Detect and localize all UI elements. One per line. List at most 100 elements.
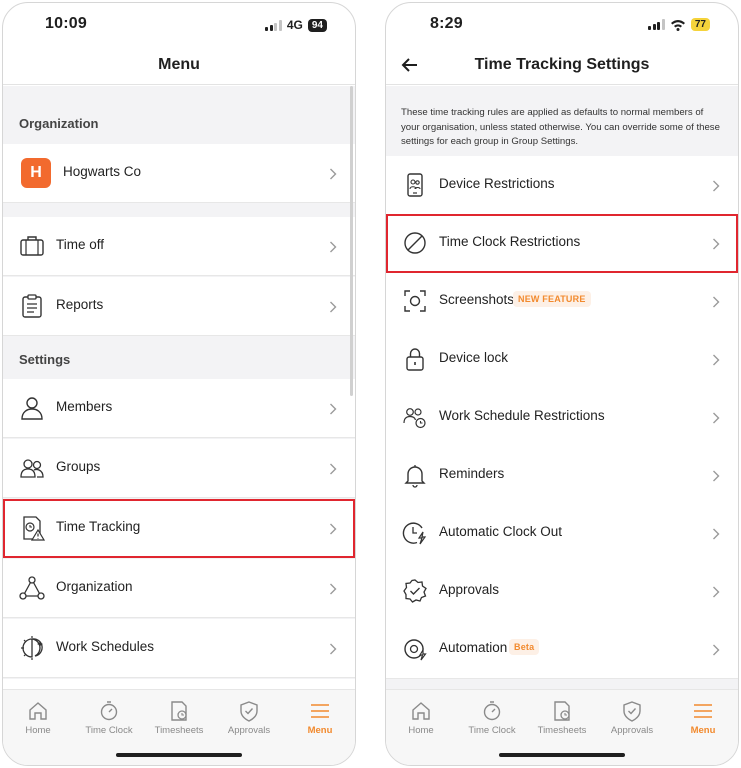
chevron-right-icon: [713, 644, 720, 656]
time-tracking-label: Time Tracking: [56, 519, 141, 534]
person-icon: [21, 397, 43, 420]
tab-home-label: Home: [25, 725, 51, 736]
hamburger-menu-icon: [694, 704, 712, 718]
chevron-right-icon: [713, 296, 720, 308]
section-header-organization: Organization: [3, 104, 355, 144]
groups-label: Groups: [56, 459, 101, 474]
status-bar: 10:09 4G 94: [3, 3, 355, 47]
tab-menu[interactable]: Menu: [668, 700, 738, 736]
badge-check-icon: [403, 579, 427, 603]
tab-timesheets[interactable]: Timesheets: [527, 700, 597, 736]
chevron-right-icon: [713, 470, 720, 482]
menu-item-work-schedules[interactable]: Work Schedules: [3, 619, 355, 678]
people-schedule-icon: [403, 408, 426, 429]
approvals-label: Approvals: [439, 582, 500, 597]
device-restrictions-label: Device Restrictions: [439, 176, 555, 191]
settings-item-screenshots[interactable]: Screenshots NEW FEATURE: [386, 272, 738, 331]
automatic-clock-out-label: Automatic Clock Out: [439, 524, 563, 539]
settings-item-device-restrictions[interactable]: Device Restrictions: [386, 156, 738, 215]
menu-item-groups[interactable]: Groups: [3, 439, 355, 498]
cellular-signal-icon: [648, 19, 665, 30]
tab-menu[interactable]: Menu: [285, 700, 355, 736]
menu-list[interactable]: Organization H Hogwarts Co Time off Repo…: [3, 86, 355, 689]
cellular-signal-icon: [265, 19, 282, 31]
settings-item-approvals[interactable]: Approvals: [386, 562, 738, 621]
chevron-right-icon: [330, 523, 337, 535]
organization-label: Organization: [56, 579, 133, 594]
menu-item-reports[interactable]: Reports: [3, 277, 355, 336]
reports-label: Reports: [56, 297, 104, 312]
sun-moon-icon: [21, 636, 43, 660]
tab-home[interactable]: Home: [3, 700, 73, 736]
battery-indicator: 94: [307, 18, 327, 32]
settings-item-automation[interactable]: Automation Beta: [386, 620, 738, 679]
settings-item-device-lock[interactable]: Device lock: [386, 330, 738, 389]
settings-list[interactable]: These time tracking rules are applied as…: [386, 86, 738, 689]
chevron-right-icon: [330, 463, 337, 475]
tab-home[interactable]: Home: [386, 700, 456, 736]
timesheet-icon: [171, 701, 187, 721]
automation-label: Automation: [439, 640, 508, 655]
timesheet-icon: [554, 701, 570, 721]
network-type: 4G: [286, 18, 303, 32]
automation-icon: [404, 639, 427, 661]
tab-time-clock-label: Time Clock: [85, 725, 133, 736]
tab-approvals[interactable]: Approvals: [214, 700, 284, 736]
battery-indicator: 77: [690, 18, 710, 31]
tab-approvals-label: Approvals: [227, 725, 271, 736]
status-bar: 8:29 77: [386, 3, 738, 47]
settings-item-work-schedule-restrictions[interactable]: Work Schedule Restrictions: [386, 388, 738, 447]
suitcase-icon: [20, 236, 44, 256]
tab-timesheets-label: Timesheets: [154, 725, 204, 736]
home-indicator[interactable]: [499, 753, 625, 757]
tab-timesheets-label: Timesheets: [537, 725, 587, 736]
time-tracking-icon: [23, 516, 45, 541]
chevron-right-icon: [713, 586, 720, 598]
scrollbar[interactable]: [350, 86, 353, 396]
settings-item-time-clock-restrictions[interactable]: Time Clock Restrictions: [386, 214, 738, 273]
tab-timesheets[interactable]: Timesheets: [144, 700, 214, 736]
members-label: Members: [56, 399, 113, 414]
tab-time-clock[interactable]: Time Clock: [74, 700, 144, 736]
organization-nodes-icon: [19, 576, 45, 600]
shield-check-icon: [623, 701, 641, 722]
settings-item-automatic-clock-out[interactable]: Automatic Clock Out: [386, 504, 738, 563]
tab-time-clock[interactable]: Time Clock: [457, 700, 527, 736]
section-header-settings: Settings: [3, 340, 355, 380]
status-time: 8:29: [430, 15, 463, 32]
menu-item-org-name[interactable]: H Hogwarts Co: [3, 144, 355, 203]
device-lock-label: Device lock: [439, 350, 509, 365]
home-indicator[interactable]: [116, 753, 242, 757]
work-schedules-label: Work Schedules: [56, 639, 155, 654]
tab-bar: Home Time Clock Timesheets Approvals Men…: [3, 689, 355, 765]
chevron-right-icon: [713, 412, 720, 424]
people-icon: [20, 459, 44, 478]
menu-item-time-off[interactable]: Time off: [3, 217, 355, 276]
nav-bar: Time Tracking Settings: [386, 47, 738, 85]
bell-icon: [404, 465, 426, 488]
menu-item-time-tracking[interactable]: Time Tracking: [3, 499, 355, 558]
home-icon: [29, 702, 47, 720]
nav-bar: Menu: [3, 47, 355, 85]
work-schedule-restrictions-label: Work Schedule Restrictions: [439, 408, 605, 423]
settings-item-reminders[interactable]: Reminders: [386, 446, 738, 505]
chevron-right-icon: [330, 301, 337, 313]
menu-item-organization[interactable]: Organization: [3, 559, 355, 618]
chevron-right-icon: [330, 403, 337, 415]
settings-description: These time tracking rules are applied as…: [401, 107, 720, 147]
restricted-icon: [404, 232, 426, 254]
chevron-right-icon: [330, 643, 337, 655]
wifi-icon: [670, 19, 685, 31]
time-off-label: Time off: [56, 237, 105, 252]
menu-item-partial[interactable]: [3, 679, 355, 689]
menu-screen: 10:09 4G 94 Menu Organization H Hogwarts…: [2, 2, 356, 766]
menu-item-members[interactable]: Members: [3, 379, 355, 438]
screenshot-icon: [404, 290, 426, 312]
tab-approvals[interactable]: Approvals: [597, 700, 667, 736]
new-feature-badge: NEW FEATURE: [513, 291, 591, 307]
tab-time-clock-label: Time Clock: [468, 725, 516, 736]
shield-check-icon: [240, 701, 258, 722]
tab-home-label: Home: [408, 725, 434, 736]
clipboard-icon: [22, 294, 42, 318]
reminders-label: Reminders: [439, 466, 505, 481]
